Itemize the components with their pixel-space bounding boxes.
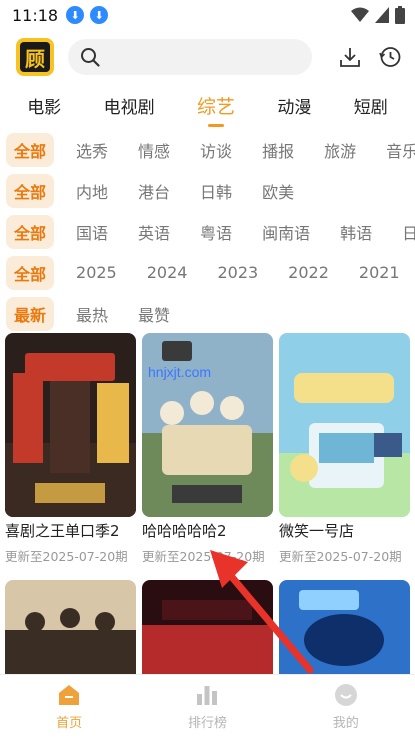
filter-row-region: 全部 内地 港台 日韩 欧美 bbox=[0, 170, 415, 211]
filter-row-language: 全部 国语 英语 粤语 闽南语 韩语 日语 bbox=[0, 211, 415, 252]
nav-profile-label: 我的 bbox=[332, 716, 359, 731]
app-header: 顾 bbox=[0, 36, 415, 80]
filter-chip[interactable]: 欧美 bbox=[254, 174, 302, 208]
filter-chip[interactable]: 情感 bbox=[130, 133, 178, 167]
filter-chip[interactable]: 播报 bbox=[254, 133, 302, 167]
filter-chip[interactable]: 最热 bbox=[68, 297, 116, 331]
show-poster bbox=[5, 333, 136, 517]
profile-icon bbox=[334, 684, 357, 706]
show-poster bbox=[279, 333, 410, 517]
app-logo: 顾 bbox=[16, 38, 54, 76]
status-bar: 11:18 ⬇ ⬇ bbox=[0, 0, 415, 30]
show-poster bbox=[5, 580, 136, 676]
filter-chip[interactable]: 2021 bbox=[351, 258, 408, 287]
show-poster bbox=[142, 333, 273, 517]
show-title: 微笑一号店 bbox=[279, 522, 355, 540]
annotation-arrow bbox=[210, 550, 314, 674]
battery-icon bbox=[395, 6, 405, 24]
filter-chip[interactable]: 旅游 bbox=[316, 133, 364, 167]
ranking-icon bbox=[197, 686, 218, 705]
download-button[interactable] bbox=[337, 44, 363, 70]
show-title: 哈哈哈哈哈2 bbox=[142, 522, 227, 540]
filter-chip[interactable]: 音乐 bbox=[378, 133, 415, 167]
tab-tv-series[interactable]: 电视剧 bbox=[100, 91, 159, 120]
bottom-navigation: 首页 排行榜 我的 bbox=[0, 674, 415, 738]
status-time: 11:18 bbox=[12, 5, 59, 25]
nav-home[interactable]: 首页 bbox=[24, 682, 114, 731]
filter-chip[interactable]: 全部 bbox=[6, 214, 55, 249]
filter-chip[interactable]: 港台 bbox=[130, 174, 178, 208]
nav-ranking-label: 排行榜 bbox=[187, 716, 227, 731]
filter-chip[interactable]: 2023 bbox=[209, 258, 266, 287]
search-input[interactable] bbox=[108, 49, 298, 65]
filter-chip[interactable]: 最新 bbox=[6, 296, 55, 331]
nav-profile[interactable]: 我的 bbox=[301, 682, 391, 731]
filter-chip[interactable]: 内地 bbox=[68, 174, 116, 208]
nav-home-label: 首页 bbox=[56, 716, 83, 731]
download-notification-icon-2: ⬇ bbox=[90, 6, 109, 24]
filter-chip[interactable]: 全部 bbox=[6, 132, 55, 167]
show-card[interactable] bbox=[5, 580, 136, 676]
tab-variety[interactable]: 综艺 bbox=[193, 90, 239, 127]
filter-chip[interactable]: 最赞 bbox=[130, 297, 178, 331]
filter-chip[interactable]: 日语 bbox=[394, 215, 415, 249]
history-icon bbox=[379, 47, 401, 67]
filter-chip[interactable]: 2022 bbox=[280, 258, 337, 287]
filter-chip[interactable]: 全部 bbox=[6, 255, 55, 290]
download-icon bbox=[340, 48, 360, 67]
history-button[interactable] bbox=[377, 44, 403, 70]
category-tabs: 电影 电视剧 综艺 动漫 短剧 bbox=[0, 88, 415, 127]
filter-panel: 全部 选秀 情感 访谈 播报 旅游 音乐 全部 内地 港台 日韩 欧美 全部 国… bbox=[0, 129, 415, 334]
search-icon bbox=[81, 48, 100, 67]
filter-chip[interactable]: 英语 bbox=[130, 215, 178, 249]
filter-chip[interactable]: 全部 bbox=[6, 173, 55, 208]
show-card[interactable]: 喜剧之王单口季2 更新至2025-07-20期 bbox=[5, 333, 136, 565]
filter-row-year: 全部 2025 2024 2023 2022 2021 20 bbox=[0, 252, 415, 293]
filter-chip[interactable]: 日韩 bbox=[192, 174, 240, 208]
tab-short-drama[interactable]: 短剧 bbox=[350, 91, 392, 120]
filter-chip[interactable]: 选秀 bbox=[68, 133, 116, 167]
signal-icon bbox=[375, 7, 389, 23]
show-title: 喜剧之王单口季2 bbox=[5, 522, 120, 540]
filter-chip[interactable]: 韩语 bbox=[332, 215, 380, 249]
filter-chip[interactable]: 访谈 bbox=[192, 133, 240, 167]
show-update: 更新至2025-07-20期 bbox=[5, 549, 128, 564]
wifi-icon bbox=[351, 7, 369, 22]
show-card[interactable]: 微笑一号店 更新至2025-07-20期 bbox=[279, 333, 410, 565]
filter-chip[interactable]: 2025 bbox=[68, 258, 125, 287]
tab-anime[interactable]: 动漫 bbox=[273, 91, 315, 120]
filter-row-genre: 全部 选秀 情感 访谈 播报 旅游 音乐 bbox=[0, 129, 415, 170]
filter-chip[interactable]: 闽南语 bbox=[254, 215, 318, 249]
filter-chip[interactable]: 2024 bbox=[139, 258, 196, 287]
search-bar[interactable] bbox=[68, 39, 312, 75]
filter-chip[interactable]: 国语 bbox=[68, 215, 116, 249]
filter-row-sort: 最新 最热 最赞 bbox=[0, 293, 415, 334]
nav-ranking[interactable]: 排行榜 bbox=[162, 682, 252, 731]
download-notification-icon: ⬇ bbox=[66, 6, 85, 24]
home-icon bbox=[59, 685, 80, 705]
filter-chip[interactable]: 粤语 bbox=[192, 215, 240, 249]
watermark-text: hnjxjt.com bbox=[148, 364, 212, 380]
tab-movies[interactable]: 电影 bbox=[23, 91, 65, 120]
